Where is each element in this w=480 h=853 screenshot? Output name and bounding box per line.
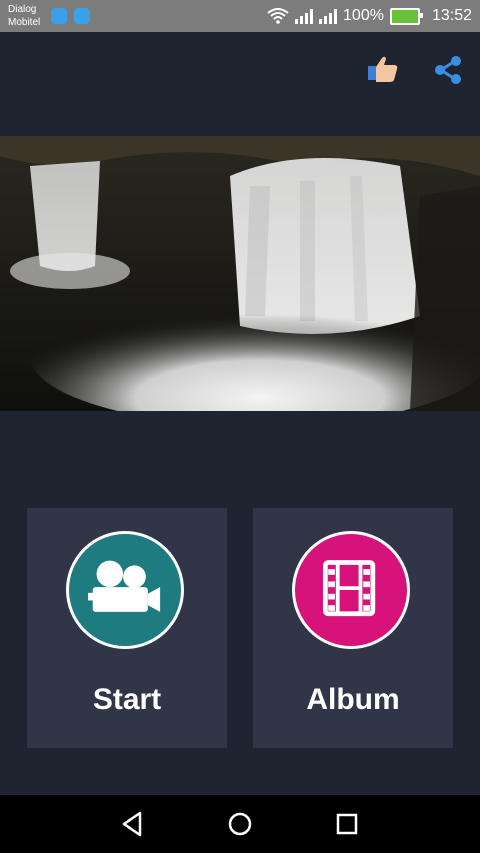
home-icon[interactable] xyxy=(225,809,255,839)
start-label: Start xyxy=(92,683,162,716)
status-bar: Dialog Mobitel 100% 13:52 xyxy=(0,0,480,32)
notification-icon xyxy=(74,8,90,24)
recents-icon[interactable] xyxy=(332,809,362,839)
film-strip-icon xyxy=(323,560,376,617)
album-icon-circle xyxy=(292,531,410,649)
battery-charging-icon xyxy=(389,7,423,25)
carrier-line1: Dialog xyxy=(8,4,37,15)
carrier-line2: Mobitel xyxy=(8,17,41,28)
start-icon-circle xyxy=(66,531,184,649)
album-card[interactable]: Album xyxy=(253,508,453,748)
navigation-bar xyxy=(0,795,480,853)
clock: 13:52 xyxy=(431,7,472,24)
battery-percent: 100% xyxy=(343,7,384,24)
video-camera-icon xyxy=(87,560,161,612)
thumbs-up-icon[interactable] xyxy=(366,54,400,84)
wifi-icon xyxy=(267,8,289,24)
top-bar xyxy=(0,32,480,112)
start-card[interactable]: Start xyxy=(27,508,227,748)
waterfall-image xyxy=(0,136,480,411)
signal-icon xyxy=(295,8,314,24)
carrier-name: Dialog Mobitel xyxy=(8,3,40,29)
share-icon[interactable] xyxy=(432,54,464,86)
notification-icon xyxy=(51,8,67,24)
signal-icon xyxy=(319,8,338,24)
album-label: Album xyxy=(306,683,400,716)
back-icon[interactable] xyxy=(118,809,148,839)
status-right: 100% 13:52 xyxy=(267,0,472,32)
